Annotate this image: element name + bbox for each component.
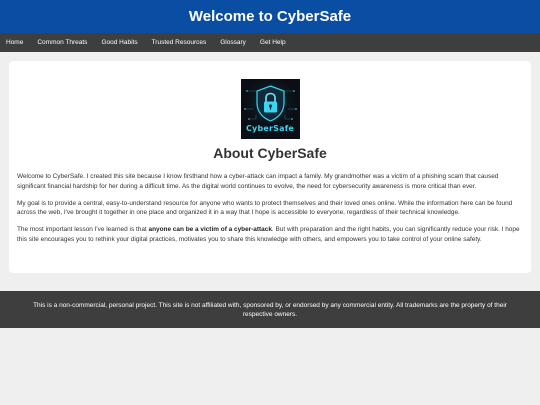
site-title: Welcome to CyberSafe (188, 8, 352, 25)
about-card: CyberSafe About CyberSafe Welcome to Cyb… (9, 61, 531, 273)
intro-paragraph: Welcome to CyberSafe. I created this sit… (17, 173, 499, 190)
nav-item-glossary[interactable]: Glossary (220, 39, 246, 46)
goal-paragraph: My goal is to provide a central, easy-to… (17, 199, 513, 217)
nav-item-good-habits[interactable]: Good Habits (101, 39, 137, 46)
nav-item-home[interactable]: Home (6, 39, 23, 46)
site-footer: This is a non-commercial, personal proje… (0, 291, 540, 328)
lesson-emphasis: anyone can be a victim of a cyber-attack (148, 226, 272, 234)
lesson-text-start: The most important lesson I've learned i… (17, 226, 149, 234)
nav-item-trusted-resources[interactable]: Trusted Resources (152, 39, 207, 46)
main-nav: Home Common Threats Good Habits Trusted … (0, 33, 540, 52)
footer-disclaimer: This is a non-commercial, personal proje… (33, 302, 507, 318)
logo-text: CyberSafe (245, 124, 295, 133)
site-header: Welcome to CyberSafe (0, 0, 540, 33)
nav-item-get-help[interactable]: Get Help (260, 39, 286, 46)
page-title: About CyberSafe (213, 145, 327, 161)
cybersafe-logo: CyberSafe (240, 79, 300, 139)
nav-item-common-threats[interactable]: Common Threats (37, 39, 87, 46)
lesson-paragraph: The most important lesson I've learned i… (17, 225, 523, 245)
